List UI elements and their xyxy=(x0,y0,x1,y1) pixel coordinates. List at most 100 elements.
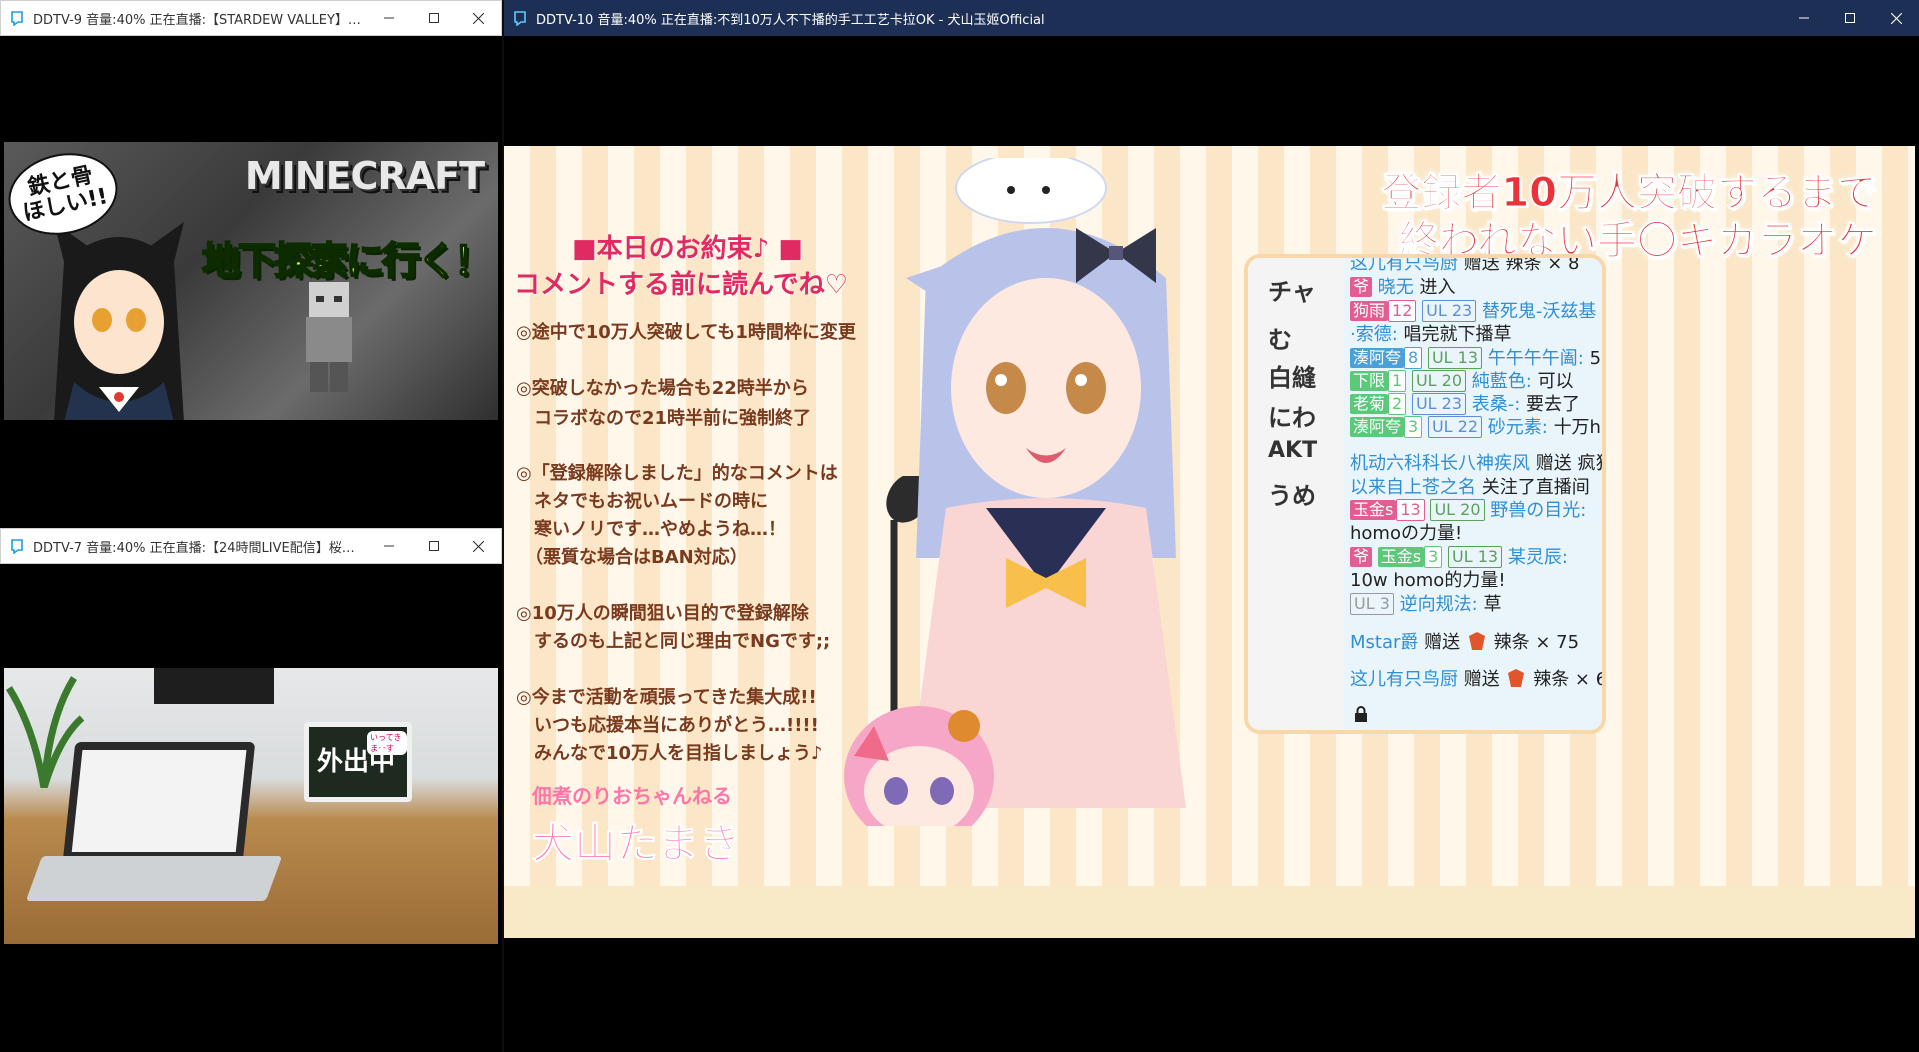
ddtv-app-icon xyxy=(11,539,23,554)
chat-action: 赠送 xyxy=(1424,632,1461,653)
window-ddtv-9[interactable]: DDTV-9 音量:40% 正在直播:【STARDEW VALLEY】牧場生..… xyxy=(0,0,502,528)
rules-heading: ■本日のお約束♪ ■ xyxy=(572,234,803,264)
minimize-icon xyxy=(1799,17,1809,19)
maximize-icon xyxy=(428,13,439,23)
close-icon xyxy=(473,540,484,552)
chat-username[interactable]: 午午午午阖: xyxy=(1488,348,1584,369)
window-title: DDTV-7 音量:40% 正在直播:【24時間LIVE配信】桜美ゆな... xyxy=(33,540,366,556)
video-player[interactable]: いってきまーす 外出中 xyxy=(4,668,498,944)
maximize-button[interactable] xyxy=(411,1,456,35)
minimize-button[interactable] xyxy=(366,529,411,563)
speech-bubble-text: 鉄と骨 ほしい!! xyxy=(20,162,111,227)
chat-message: UL 3 逆向规法: 草 xyxy=(1350,593,1602,616)
chat-text: 要去了 xyxy=(1526,394,1581,415)
chat-gift: 辣条 × 75 xyxy=(1493,632,1580,653)
window-ddtv-7[interactable]: DDTV-7 音量:40% 正在直播:【24時間LIVE配信】桜美ゆな... い… xyxy=(0,528,502,1052)
rule-line: ◎「登録解除しました」的なコメントは xyxy=(516,463,838,484)
chat-message: 湊阿夸8 UL 13 午午午午阖: 55 xyxy=(1350,347,1602,370)
maximize-button[interactable] xyxy=(411,529,456,563)
chat-username[interactable]: 純藍色: xyxy=(1472,371,1532,392)
close-button[interactable] xyxy=(456,529,501,563)
lock-icon[interactable] xyxy=(1354,706,1368,722)
rule-line: ◎今まで活動を頑張ってきた集大成!! xyxy=(516,687,817,708)
video-player[interactable]: 登録者10万人突破するまで 終われない手〇キカラオケ ■本日のお約束♪ ■ コメ… xyxy=(504,146,1915,938)
rule-line: ◎途中で10万人突破しても1時間枠に変更 xyxy=(516,322,856,343)
chat-text: homoの力量! xyxy=(1350,523,1463,544)
window-ddtv-10[interactable]: DDTV-10 音量:40% 正在直播:不到10万人不下播的手工工艺卡拉OK -… xyxy=(504,0,1919,1052)
chat-message: 老菊 2 UL 23 表桑-: 要去了 xyxy=(1350,393,1602,416)
chat-messages[interactable]: 这儿有只鸟厨 赠送 辣条 × 8 爷 晓无 进入 狗雨 12 UL 23 替死鬼-… xyxy=(1344,258,1606,730)
chat-username[interactable]: 野兽の目光: xyxy=(1490,500,1586,521)
user-level: UL 20 xyxy=(1430,499,1485,521)
fan-level: 13 xyxy=(1396,499,1425,521)
ddtv-app-icon xyxy=(11,11,23,26)
chat-action: 赠送 xyxy=(1535,453,1572,474)
chat-message: 玉金s 13 UL 20 野兽の目光: homoの力量! xyxy=(1350,499,1602,545)
maximize-icon xyxy=(428,541,439,551)
chat-text: 进入 xyxy=(1419,277,1456,298)
chat-username[interactable]: 表桑-: xyxy=(1472,394,1521,415)
title-bar[interactable]: DDTV-9 音量:40% 正在直播:【STARDEW VALLEY】牧場生..… xyxy=(0,0,502,36)
chat-username[interactable]: 这儿有只鸟厨 xyxy=(1350,669,1458,690)
chalkboard-sign: いってきまーす 外出中 xyxy=(304,722,412,802)
danmaku-chat-panel[interactable]: チャ む 白縫 にわ AKT うめ 这儿有只鸟厨 赠送 辣条 × 8 爷 晓无 … xyxy=(1244,254,1606,734)
minimize-button[interactable] xyxy=(1781,0,1827,36)
title-bar[interactable]: DDTV-10 音量:40% 正在直播:不到10万人不下播的手工工艺卡拉OK -… xyxy=(504,0,1919,36)
streamer-name-logo: 犬山たまき xyxy=(532,819,742,869)
close-button[interactable] xyxy=(456,1,501,35)
chat-username[interactable]: 逆向规法: xyxy=(1400,594,1478,615)
fan-badge: 下限 xyxy=(1350,371,1389,391)
window-title: DDTV-9 音量:40% 正在直播:【STARDEW VALLEY】牧場生..… xyxy=(33,12,366,28)
member-name: チャ xyxy=(1268,278,1316,306)
chat-username[interactable]: 晓无 xyxy=(1378,277,1414,298)
user-level: UL 13 xyxy=(1448,546,1503,568)
chat-message: 爷 玉金s 3 UL 13 某灵辰: 10w homo的力量! xyxy=(1350,546,1602,592)
user-level: UL 13 xyxy=(1427,347,1483,369)
chat-username[interactable]: 以来自上苍之名 xyxy=(1350,477,1476,498)
chat-gift: 辣条 × 6 xyxy=(1533,669,1606,690)
user-level: UL 3 xyxy=(1350,593,1394,615)
video-player[interactable]: MINECRAFT 地下探索に行く！ 鉄と骨 ほしい!! xyxy=(4,142,498,420)
rules-panel: ■本日のお約束♪ ■ コメントする前に読んでね♡ ◎途中で10万人突破しても1時… xyxy=(510,216,872,869)
fan-level: 8 xyxy=(1404,347,1423,369)
chat-message: Mstar爵 赠送 辣条 × 75 xyxy=(1350,630,1602,654)
chat-username[interactable]: 砂元素: xyxy=(1488,417,1548,438)
maximize-button[interactable] xyxy=(1827,0,1873,36)
chat-username[interactable]: 某灵辰: xyxy=(1508,547,1568,568)
chat-gift: 疯狂打call × 1 xyxy=(1577,453,1602,474)
chat-text: 关注了直播间 xyxy=(1481,477,1590,498)
fan-level: 3 xyxy=(1404,416,1423,438)
user-level: UL 23 xyxy=(1422,300,1477,322)
rules-subheading: コメントする前に読んでね♡ xyxy=(514,270,849,300)
chalkboard-text: 外出中 xyxy=(317,747,396,777)
rule-line: （悪質な場合はBAN対応） xyxy=(516,547,748,568)
chat-text: 55 xyxy=(1589,348,1602,369)
tv-monitor xyxy=(154,668,274,704)
stream-floor xyxy=(504,886,1915,938)
fan-badge: 玉金s xyxy=(1350,500,1397,520)
chat-message: 下限 1 UL 20 純藍色: 可以 xyxy=(1350,370,1602,393)
minimize-button[interactable] xyxy=(366,1,411,35)
close-icon xyxy=(473,12,484,24)
rule-line: ◎10万人の瞬間狙い目的で登録解除 xyxy=(516,603,809,624)
fan-level: 12 xyxy=(1388,300,1417,322)
rule-line: するのも上記と同じ理由でNGです;; xyxy=(516,631,831,652)
chat-text: 可以 xyxy=(1537,371,1574,392)
fan-badge: 湊阿夸 xyxy=(1350,348,1405,368)
chat-member-strip: チャ む 白縫 にわ AKT うめ xyxy=(1248,258,1344,730)
chat-username[interactable]: 机动六科科长八神疾风 xyxy=(1350,453,1530,474)
user-level: UL 23 xyxy=(1411,393,1467,415)
thumbnail-caption: 地下探索に行く！ xyxy=(201,238,493,284)
chat-text: 草 xyxy=(1483,594,1502,615)
gift-icon xyxy=(1468,632,1485,650)
fan-level: 2 xyxy=(1388,393,1407,415)
title-bar[interactable]: DDTV-7 音量:40% 正在直播:【24時間LIVE配信】桜美ゆな... xyxy=(0,528,502,564)
chat-username[interactable]: 这儿有只鸟厨 xyxy=(1350,258,1458,274)
chat-username[interactable]: Mstar爵 xyxy=(1350,632,1418,653)
pink-hair-avatar xyxy=(844,706,994,826)
close-button[interactable] xyxy=(1873,0,1919,36)
chat-text: 唱完就下播草 xyxy=(1403,324,1512,345)
user-level: UL 22 xyxy=(1427,416,1483,438)
chat-action: 赠送 xyxy=(1463,669,1500,690)
fan-badge: 老菊 xyxy=(1350,394,1389,414)
